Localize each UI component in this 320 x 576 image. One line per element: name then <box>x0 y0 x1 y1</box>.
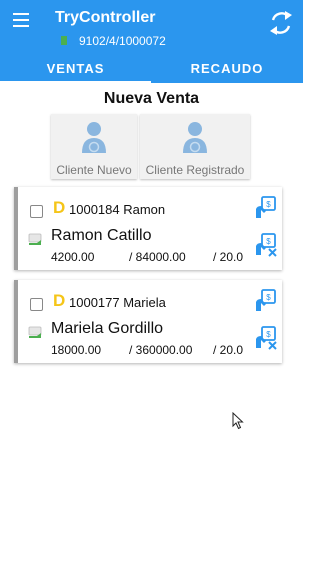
sale-card[interactable]: D 1000177 Mariela $ Mariela Gordillo $ 1… <box>14 280 282 363</box>
client-full-name: Ramon Catillo <box>51 227 152 244</box>
tab-bar: VENTAS RECAUDO <box>0 56 303 83</box>
registered-client-button[interactable]: Cliente Registrado <box>140 114 250 179</box>
sale-total: / 84000.00 <box>129 250 186 264</box>
mouse-cursor-icon <box>232 412 244 430</box>
client-code-name: 1000184 Ramon <box>69 202 166 217</box>
svg-text:$: $ <box>266 237 271 246</box>
sale-type-badge: D <box>53 291 66 310</box>
status-indicator-icon <box>28 233 42 245</box>
page-title: Nueva Venta <box>103 90 200 107</box>
cash-payment-icon[interactable]: $ <box>254 195 278 219</box>
client-code-name: 1000177 Mariela <box>69 295 166 310</box>
app-bar: TryController 9102/4/1000072 VENTAS RECA… <box>0 0 303 83</box>
cash-payment-icon[interactable]: $ <box>254 288 278 312</box>
new-client-label: Cliente Nuevo <box>56 163 132 177</box>
sale-card[interactable]: D 1000184 Ramon $ Ramon Catillo $ 4200.0… <box>14 187 282 270</box>
connection-status-indicator <box>61 36 67 45</box>
svg-text:$: $ <box>266 330 271 339</box>
sale-total: / 360000.00 <box>129 343 193 357</box>
svg-text:$: $ <box>266 293 271 302</box>
hamburger-menu-icon[interactable] <box>13 13 29 27</box>
cash-cancel-icon[interactable]: $ <box>254 325 278 351</box>
client-full-name: Mariela Gordillo <box>51 320 164 337</box>
sale-type-badge: D <box>53 198 66 217</box>
status-indicator-icon <box>28 326 42 338</box>
sale-rate: / 20.0 <box>213 250 244 264</box>
select-checkbox[interactable] <box>30 205 43 218</box>
sale-amount: 4200.00 <box>51 250 95 264</box>
device-code: 9102/4/1000072 <box>79 34 166 48</box>
tab-recaudo[interactable]: RECAUDO <box>151 56 303 83</box>
svg-text:$: $ <box>266 200 271 209</box>
person-icon <box>183 122 207 153</box>
person-icon <box>82 122 106 153</box>
select-checkbox[interactable] <box>30 298 43 311</box>
app-title: TryController <box>55 9 156 26</box>
registered-client-label: Cliente Registrado <box>145 163 245 177</box>
active-tab-indicator <box>0 81 151 83</box>
sync-icon[interactable] <box>268 9 294 37</box>
sale-amount: 18000.00 <box>51 343 102 357</box>
cash-cancel-icon[interactable]: $ <box>254 232 278 258</box>
sale-rate: / 20.0 <box>213 343 244 357</box>
tab-ventas[interactable]: VENTAS <box>0 56 151 83</box>
new-client-button[interactable]: Cliente Nuevo <box>51 114 137 179</box>
